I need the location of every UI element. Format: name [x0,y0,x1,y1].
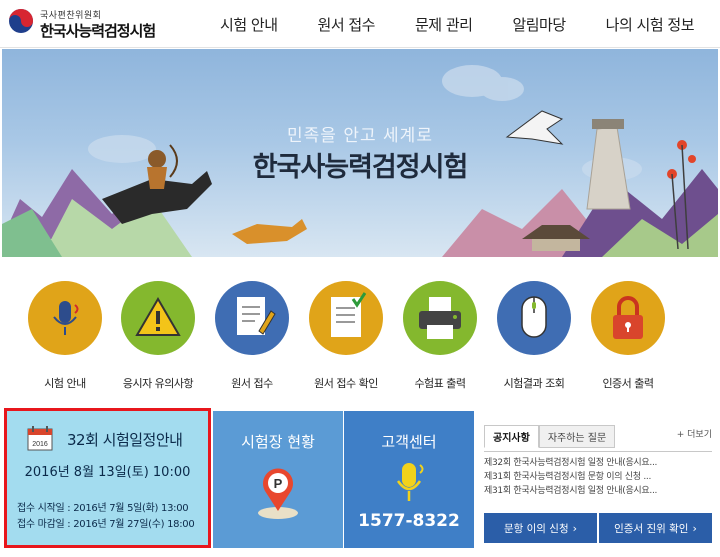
banner-title: 한국사능력검정시험 [252,152,469,183]
chevron-right-icon: › [572,521,578,535]
question-objection-button[interactable]: 문항 이의 신청 › [484,513,597,543]
schedule-end-date: 접수 마감일 : 2016년 7월 27일(수) 18:00 [17,519,195,530]
quick-application-label: 원서 접수 [231,377,273,390]
svg-text:P: P [274,476,283,491]
quick-exam-info[interactable]: 시험 안내 [20,281,110,391]
more-link[interactable]: + 더보기 [677,427,712,440]
notice-buttons: 문항 이의 신청 › 인증서 진위 확인 › [484,513,712,543]
certificate-verify-label: 인증서 진위 확인 [614,522,689,535]
schedule-start-date: 접수 시작일 : 2016년 7월 5일(화) 13:00 [17,503,189,514]
calendar-icon: 2016 [27,426,53,451]
mouse-icon [497,281,571,355]
venue-status-panel[interactable]: 시험장 현황 P [213,411,343,548]
exam-schedule-panel[interactable]: 2016 32회 시험일정안내 2016년 8월 13일(토) 10:00 접수… [4,408,211,548]
quick-result-lookup-label: 시험결과 조회 [503,377,565,390]
printer-icon [403,281,477,355]
site-header: 국사편찬위원회 한국사능력검정시험 시험 안내 원서 접수 문제 관리 알림마당… [0,0,720,48]
quick-application-check[interactable]: 원서 접수 확인 [301,281,391,391]
customer-center-title: 고객센터 [381,433,437,451]
tab-notices[interactable]: 공지사항 [484,425,539,448]
nav-notice-board[interactable]: 알림마당 [512,14,566,35]
notice-panel: 공지사항 자주하는 질문 + 더보기 제32회 한국사능력검정시험 일정 안내(… [478,411,716,548]
logo-title: 한국사능력검정시험 [40,22,156,40]
quick-certificate-print[interactable]: 인증서 출력 [583,281,673,391]
quick-exam-info-label: 시험 안내 [44,377,86,390]
quick-result-lookup[interactable]: 시험결과 조회 [489,281,579,391]
nav-my-exam-info[interactable]: 나의 시험 정보 [606,14,695,35]
notice-item[interactable]: 제31회 한국사능력검정시험 일정 안내(응시요... [484,484,712,498]
chevron-right-icon: › [692,521,697,535]
site-logo[interactable]: 국사편찬위원회 한국사능력검정시험 [8,6,158,42]
venue-title: 시험장 현황 [241,433,315,451]
microphone-icon [396,463,424,501]
quick-ticket-print-label: 수험표 출력 [414,377,466,390]
nav-question-management[interactable]: 문제 관리 [415,14,473,35]
customer-center-phone: 1577-8322 [358,511,460,531]
main-nav: 시험 안내 원서 접수 문제 관리 알림마당 나의 시험 정보 [220,0,720,48]
notice-tabs: 공지사항 자주하는 질문 [484,425,616,448]
nav-application[interactable]: 원서 접수 [318,14,376,35]
schedule-exam-date: 2016년 8월 13일(토) 10:00 [24,465,191,480]
quick-candidate-notes[interactable]: 응시자 유의사항 [113,281,203,391]
map-pin-icon: P [258,468,298,519]
schedule-title: 32회 시험일정안내 [67,431,183,449]
warning-icon [121,281,195,355]
quick-ticket-print[interactable]: 수험표 출력 [395,281,485,391]
taegeuk-icon [9,9,33,33]
quick-menu: 시험 안내 응시자 유의사항 원서 접수 원서 접수 확인 수험표 출력 시험결… [2,257,718,407]
notice-list: 제32회 한국사능력검정시험 일정 안내(응시요... 제31회 한국사능력검정… [484,451,712,498]
notice-item[interactable]: 제32회 한국사능력검정시험 일정 안내(응시요... [484,456,712,470]
notice-item[interactable]: 제31회 한국사능력검정시험 문항 이의 신청 ... [484,470,712,484]
quick-certificate-print-label: 인증서 출력 [602,377,654,390]
customer-center-panel[interactable]: 고객센터 1577-8322 [344,411,474,548]
document-pen-icon [215,281,289,355]
hero-banner: 민족을 안고 세계로 한국사능력검정시험 [2,49,718,257]
lock-icon [591,281,665,355]
checklist-icon [309,281,383,355]
quick-application-check-label: 원서 접수 확인 [314,377,378,390]
calendar-year: 2016 [32,441,48,448]
certificate-verify-button[interactable]: 인증서 진위 확인 › [599,513,712,543]
tab-faq[interactable]: 자주하는 질문 [538,425,616,448]
nav-exam-info[interactable]: 시험 안내 [220,14,278,35]
quick-candidate-notes-label: 응시자 유의사항 [122,377,194,390]
banner-subtitle: 민족을 안고 세계로 [287,126,433,146]
question-objection-label: 문항 이의 신청 [503,522,569,535]
quick-application[interactable]: 원서 접수 [207,281,297,391]
microphone-icon [28,281,102,355]
